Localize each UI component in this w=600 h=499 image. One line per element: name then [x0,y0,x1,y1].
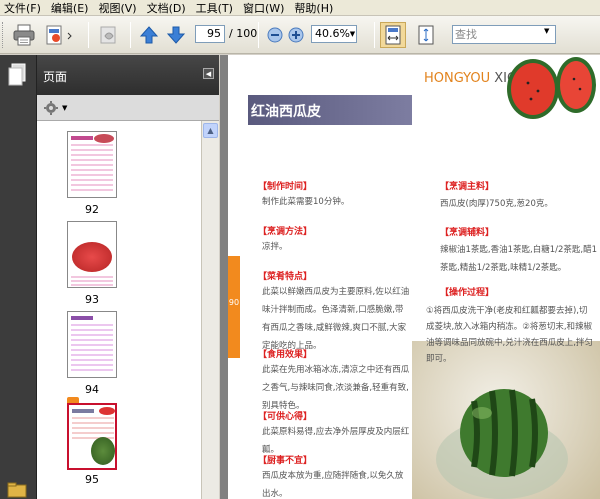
thumbnail-label: 92 [85,203,99,216]
thumbnail-label: 94 [85,383,99,396]
next-page-button[interactable] [164,22,188,48]
section-heading: 【厨事不宜】 [258,456,313,466]
fit-page-icon [418,25,434,45]
menu-file[interactable]: 文件(F) [0,0,47,16]
section-text: 制作此菜需要10分钟。 [262,197,350,207]
zoom-dropdown-arrow[interactable]: ▼ [348,26,357,42]
panel-menu-button[interactable]: ◀ [203,68,214,79]
section-heading: 【食用效果】 [258,350,313,360]
fit-page-button[interactable] [413,22,439,48]
menu-view[interactable]: 视图(V) [94,0,142,16]
chevron-down-icon[interactable]: ▼ [62,104,67,112]
sign-button[interactable] [94,22,124,48]
pages-icon[interactable] [7,63,27,87]
zoom-out-icon [267,27,283,43]
page-number-input[interactable]: 95 [195,25,225,43]
export-button[interactable] [42,22,76,48]
pages-panel-title: 页面 [43,70,68,84]
section-text: ①将西瓜皮洗干净(老皮和红瓤都要去掉),切成菱块,放入冰箱内稍冻。②将葱切末,和… [426,306,593,364]
section-text: 此菜在先用冰箱冰冻,清凉之中还有西瓜之香气,与辣味同食,浓淡兼备,轻重有致,别具… [262,365,410,411]
section-heading: 【烹调方法】 [258,227,313,237]
toolbar-separator [374,22,375,48]
toolbar-separator [130,22,131,48]
section-heading: 【烹调辅料】 [440,228,495,238]
find-input[interactable]: 查找 [452,25,556,44]
watermelon-slices-image [507,57,596,119]
zoom-in-icon [288,27,304,43]
menu-help[interactable]: 帮助(H) [290,0,339,16]
hand-sign-icon [100,26,116,44]
find-dropdown-arrow[interactable]: ▼ [544,27,549,35]
toolbar: 95 / 100 40.6% ▼ 查找 ▼ [0,16,600,54]
thumbnail-scrollbar[interactable]: ▲ [201,121,219,499]
fit-width-button[interactable] [380,22,406,48]
pages-panel: 页面 ◀ ▼ 92 93 94 95 ▲ [37,55,219,499]
scroll-up-button[interactable]: ▲ [203,123,218,138]
document-viewport[interactable]: HONGYOU XIGUAPI 红油西瓜皮 【制作时间】 制作此菜需要10分钟。… [220,55,600,499]
section-heading: 【可供心得】 [258,412,313,422]
previous-page-button[interactable] [137,22,161,48]
page-thumbnail-92[interactable] [67,131,117,198]
zoom-in-button[interactable] [287,22,305,48]
section-heading: 【菜肴特点】 [258,272,313,282]
options-bar: ▼ [37,95,219,121]
page-total: / 100 [229,27,258,40]
section-heading: 【烹调主料】 [440,182,495,192]
thumbnail-list: 92 93 94 95 [37,121,201,499]
section-heading: 【操作过程】 [440,288,495,298]
menu-tools[interactable]: 工具(T) [192,0,239,16]
menu-window[interactable]: 窗口(W) [239,0,290,16]
page-thumbnail-94[interactable] [67,311,117,378]
print-button[interactable] [10,22,38,48]
document-page: HONGYOU XIGUAPI 红油西瓜皮 【制作时间】 制作此菜需要10分钟。… [228,55,600,499]
gear-icon[interactable] [43,100,59,116]
zoom-out-button[interactable] [266,22,284,48]
attachments-icon[interactable] [6,480,30,499]
menu-bar: 文件(F) 编辑(E) 视图(V) 文档(D) 工具(T) 窗口(W) 帮助(H… [0,0,600,16]
section-text: 此菜以鲜嫩西瓜皮为主要原料,佐以红油味汁拌制而成。色泽清新,口感脆嫩,带有西瓜之… [262,287,410,351]
section-text: 辣椒油1茶匙,香油1茶匙,白糖1/2茶匙,醋1茶匙,精盐1/2茶匙,味精1/2茶… [440,245,598,273]
recipe-title: 红油西瓜皮 [251,104,321,120]
printer-icon [13,24,35,46]
pages-panel-header: 页面 ◀ [37,55,219,95]
thumbnail-label: 93 [85,293,99,306]
arrow-up-icon [139,26,159,44]
menu-document[interactable]: 文档(D) [143,0,192,16]
section-text: 西瓜皮本放为重,应随拌随食,以免久放出水。 [262,471,404,499]
page-thumbnail-95[interactable] [67,403,117,470]
section-heading: 【制作时间】 [258,182,313,192]
arrow-down-icon [166,26,186,44]
document-export-icon [46,25,72,45]
navigation-strip [0,55,37,499]
toolbar-grip[interactable] [2,22,5,48]
menu-edit[interactable]: 编辑(E) [47,0,95,16]
section-text: 西瓜皮(肉厚)750克,葱20克。 [440,199,553,209]
page-number-tab: 90 [228,256,240,358]
page-thumbnail-93[interactable] [67,221,117,288]
section-text: 凉拌。 [262,242,288,252]
thumbnail-label: 95 [85,473,99,486]
fit-width-icon [385,25,401,45]
toolbar-separator [88,22,89,48]
toolbar-separator [258,22,259,48]
